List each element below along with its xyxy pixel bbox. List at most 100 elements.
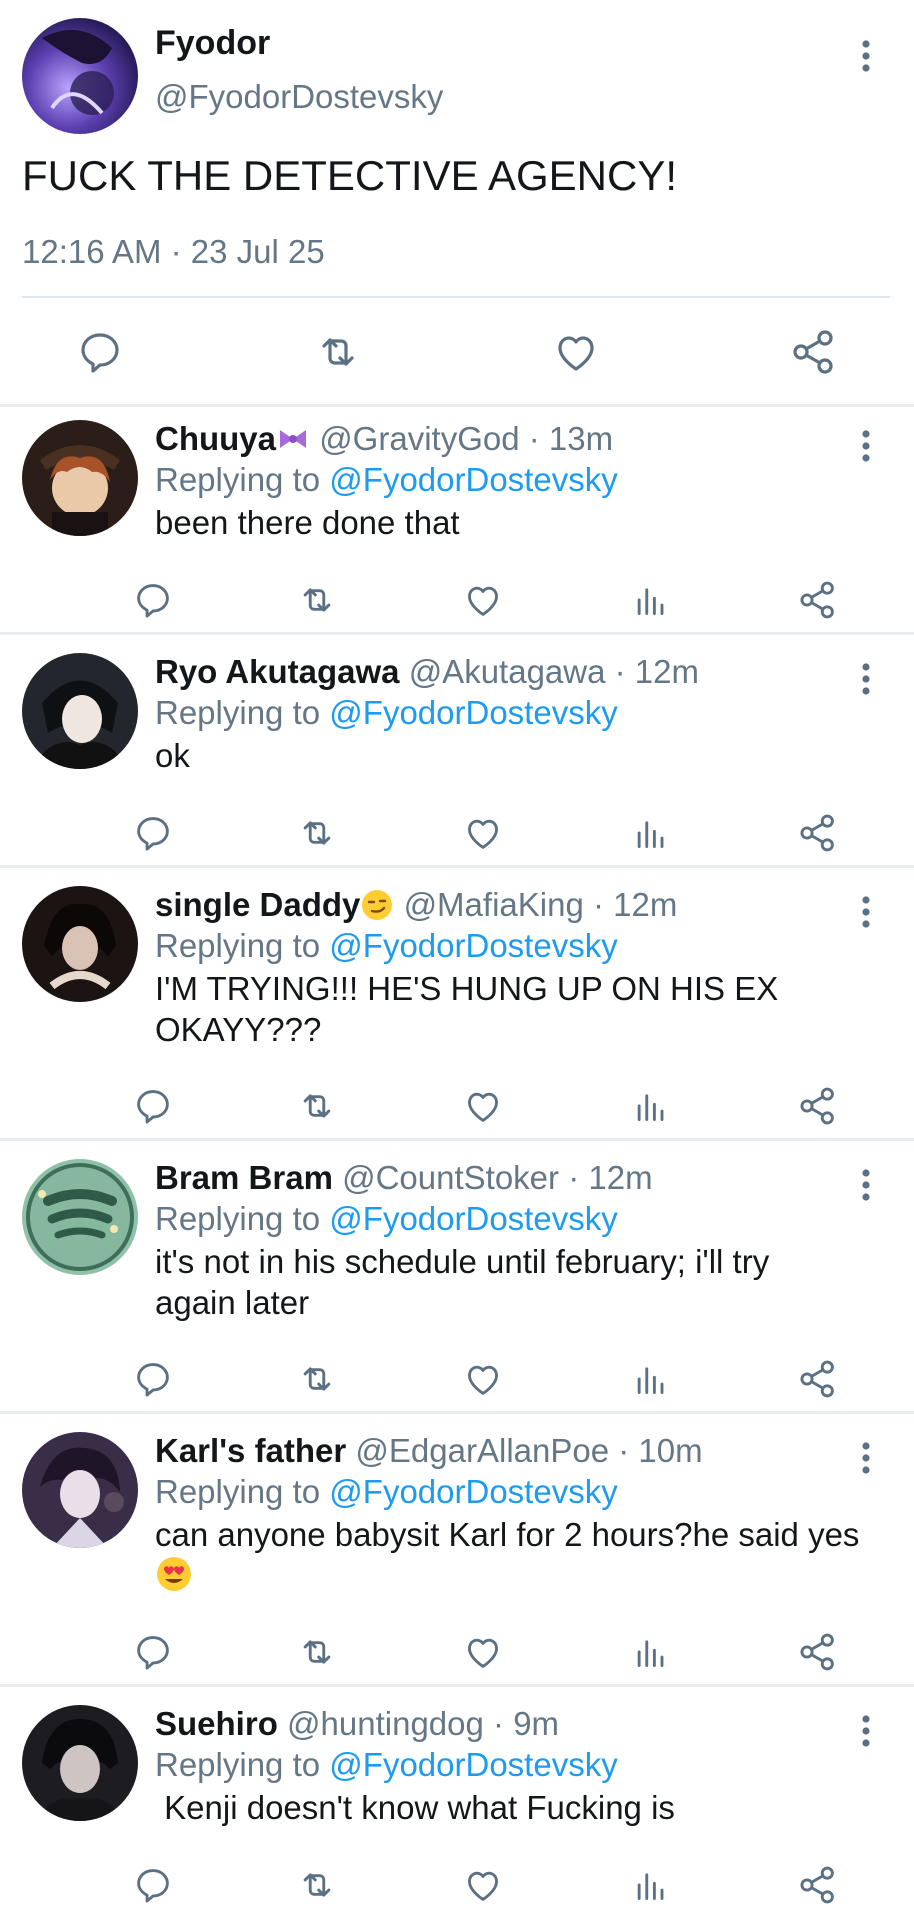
like-icon[interactable]: [461, 811, 505, 855]
like-icon[interactable]: [461, 578, 505, 622]
more-options-icon[interactable]: [852, 659, 880, 699]
more-options-icon[interactable]: [852, 892, 880, 932]
mention-link[interactable]: @FyodorDostevsky: [329, 1200, 617, 1237]
more-options-icon[interactable]: [852, 1438, 880, 1478]
like-icon[interactable]: [461, 1084, 505, 1128]
like-icon[interactable]: [550, 326, 602, 378]
share-icon[interactable]: [796, 811, 840, 855]
more-options-icon[interactable]: [852, 426, 880, 466]
reply-text: Kenji doesn't know what Fucking is: [155, 1789, 675, 1826]
reply-time[interactable]: 12m: [588, 1159, 652, 1196]
reply-text: can anyone babysit Karl for 2 hours?he s…: [155, 1514, 890, 1596]
author-handle[interactable]: @EdgarAllanPoe: [355, 1432, 609, 1469]
reply-tweet[interactable]: Ryo Akutagawa @Akutagawa · 12m Replying …: [0, 641, 914, 865]
reply-time[interactable]: 9m: [513, 1705, 559, 1742]
retweet-icon[interactable]: [312, 326, 364, 378]
tweet-timestamp[interactable]: 12:16 AM · 23 Jul 25: [22, 233, 325, 271]
author-handle[interactable]: @huntingdog: [287, 1705, 484, 1742]
avatar[interactable]: [22, 18, 138, 134]
views-icon[interactable]: [629, 1630, 673, 1674]
reply-icon[interactable]: [131, 1863, 175, 1907]
share-icon[interactable]: [796, 1357, 840, 1401]
avatar[interactable]: [22, 420, 138, 536]
author-name[interactable]: Suehiro: [155, 1705, 278, 1742]
author-name[interactable]: Fyodor: [155, 24, 270, 63]
author-name[interactable]: Bram Bram: [155, 1159, 333, 1196]
reply-text-line: again later: [155, 1284, 310, 1321]
reply-tweet[interactable]: Bram Bram @CountStoker · 12m Replying to…: [0, 1147, 914, 1412]
divider: [0, 1684, 914, 1687]
views-icon[interactable]: [629, 1084, 673, 1128]
views-icon[interactable]: [629, 578, 673, 622]
reply-actions: [0, 1084, 914, 1128]
reply-icon[interactable]: [131, 1630, 175, 1674]
more-options-icon[interactable]: [852, 1711, 880, 1751]
avatar[interactable]: [22, 886, 138, 1002]
retweet-icon[interactable]: [295, 1863, 339, 1907]
author-name[interactable]: single Daddy: [155, 886, 360, 923]
avatar[interactable]: [22, 1159, 138, 1275]
reply-actions: [0, 1863, 914, 1907]
share-icon[interactable]: [788, 326, 840, 378]
more-options-icon[interactable]: [852, 36, 880, 76]
replying-to: Replying to @FyodorDostevsky: [155, 1200, 618, 1238]
reply-actions: [0, 1357, 914, 1401]
retweet-icon[interactable]: [295, 1084, 339, 1128]
avatar[interactable]: [22, 653, 138, 769]
share-icon[interactable]: [796, 1863, 840, 1907]
like-icon[interactable]: [461, 1863, 505, 1907]
reply-header: Bram Bram @CountStoker · 12m: [155, 1159, 653, 1197]
mention-link[interactable]: @FyodorDostevsky: [329, 1746, 617, 1783]
replying-to: Replying to @FyodorDostevsky: [155, 1473, 618, 1511]
views-icon[interactable]: [629, 1863, 673, 1907]
author-handle[interactable]: @FyodorDostevsky: [155, 78, 443, 116]
author-name[interactable]: Chuuya: [155, 420, 276, 457]
reply-time[interactable]: 10m: [638, 1432, 702, 1469]
replying-to: Replying to @FyodorDostevsky: [155, 927, 618, 965]
reply-icon[interactable]: [131, 811, 175, 855]
like-icon[interactable]: [461, 1357, 505, 1401]
reply-tweet[interactable]: single Daddy @MafiaKing · 12m Replying t…: [0, 874, 914, 1139]
reply-icon[interactable]: [131, 1084, 175, 1128]
views-icon[interactable]: [629, 811, 673, 855]
retweet-icon[interactable]: [295, 1630, 339, 1674]
retweet-icon[interactable]: [295, 578, 339, 622]
reply-icon[interactable]: [74, 326, 126, 378]
reply-text: I'M TRYING!!! HE'S HUNG UP ON HIS EX OKA…: [155, 968, 890, 1050]
mention-link[interactable]: @FyodorDostevsky: [329, 927, 617, 964]
reply-header: Ryo Akutagawa @Akutagawa · 12m: [155, 653, 699, 691]
like-icon[interactable]: [461, 1630, 505, 1674]
divider: [0, 1138, 914, 1141]
divider: [0, 1411, 914, 1414]
mention-link[interactable]: @FyodorDostevsky: [329, 694, 617, 731]
author-handle[interactable]: @GravityGod: [319, 420, 519, 457]
reply-text: it's not in his schedule until february;…: [155, 1241, 890, 1323]
author-handle[interactable]: @CountStoker: [342, 1159, 559, 1196]
reply-time[interactable]: 12m: [635, 653, 699, 690]
reply-text: been there done that: [155, 504, 460, 541]
retweet-icon[interactable]: [295, 811, 339, 855]
mention-link[interactable]: @FyodorDostevsky: [329, 1473, 617, 1510]
replying-to: Replying to @FyodorDostevsky: [155, 461, 618, 499]
reply-tweet[interactable]: Chuuya @GravityGod · 13m Replying to @Fy…: [0, 408, 914, 632]
more-options-icon[interactable]: [852, 1165, 880, 1205]
views-icon[interactable]: [629, 1357, 673, 1401]
reply-time[interactable]: 13m: [549, 420, 613, 457]
reply-icon[interactable]: [131, 1357, 175, 1401]
author-handle[interactable]: @MafiaKing: [404, 886, 584, 923]
share-icon[interactable]: [796, 1630, 840, 1674]
avatar[interactable]: [22, 1705, 138, 1821]
reply-tweet[interactable]: Suehiro @huntingdog · 9m Replying to @Fy…: [0, 1693, 914, 1920]
reply-time[interactable]: 12m: [613, 886, 677, 923]
share-icon[interactable]: [796, 578, 840, 622]
author-handle[interactable]: @Akutagawa: [409, 653, 606, 690]
reply-header: Chuuya @GravityGod · 13m: [155, 420, 613, 458]
mention-link[interactable]: @FyodorDostevsky: [329, 461, 617, 498]
reply-icon[interactable]: [131, 578, 175, 622]
share-icon[interactable]: [796, 1084, 840, 1128]
author-name[interactable]: Ryo Akutagawa: [155, 653, 400, 690]
retweet-icon[interactable]: [295, 1357, 339, 1401]
avatar[interactable]: [22, 1432, 138, 1548]
author-name[interactable]: Karl's father: [155, 1432, 346, 1469]
reply-tweet[interactable]: Karl's father @EdgarAllanPoe · 10m Reply…: [0, 1420, 914, 1685]
